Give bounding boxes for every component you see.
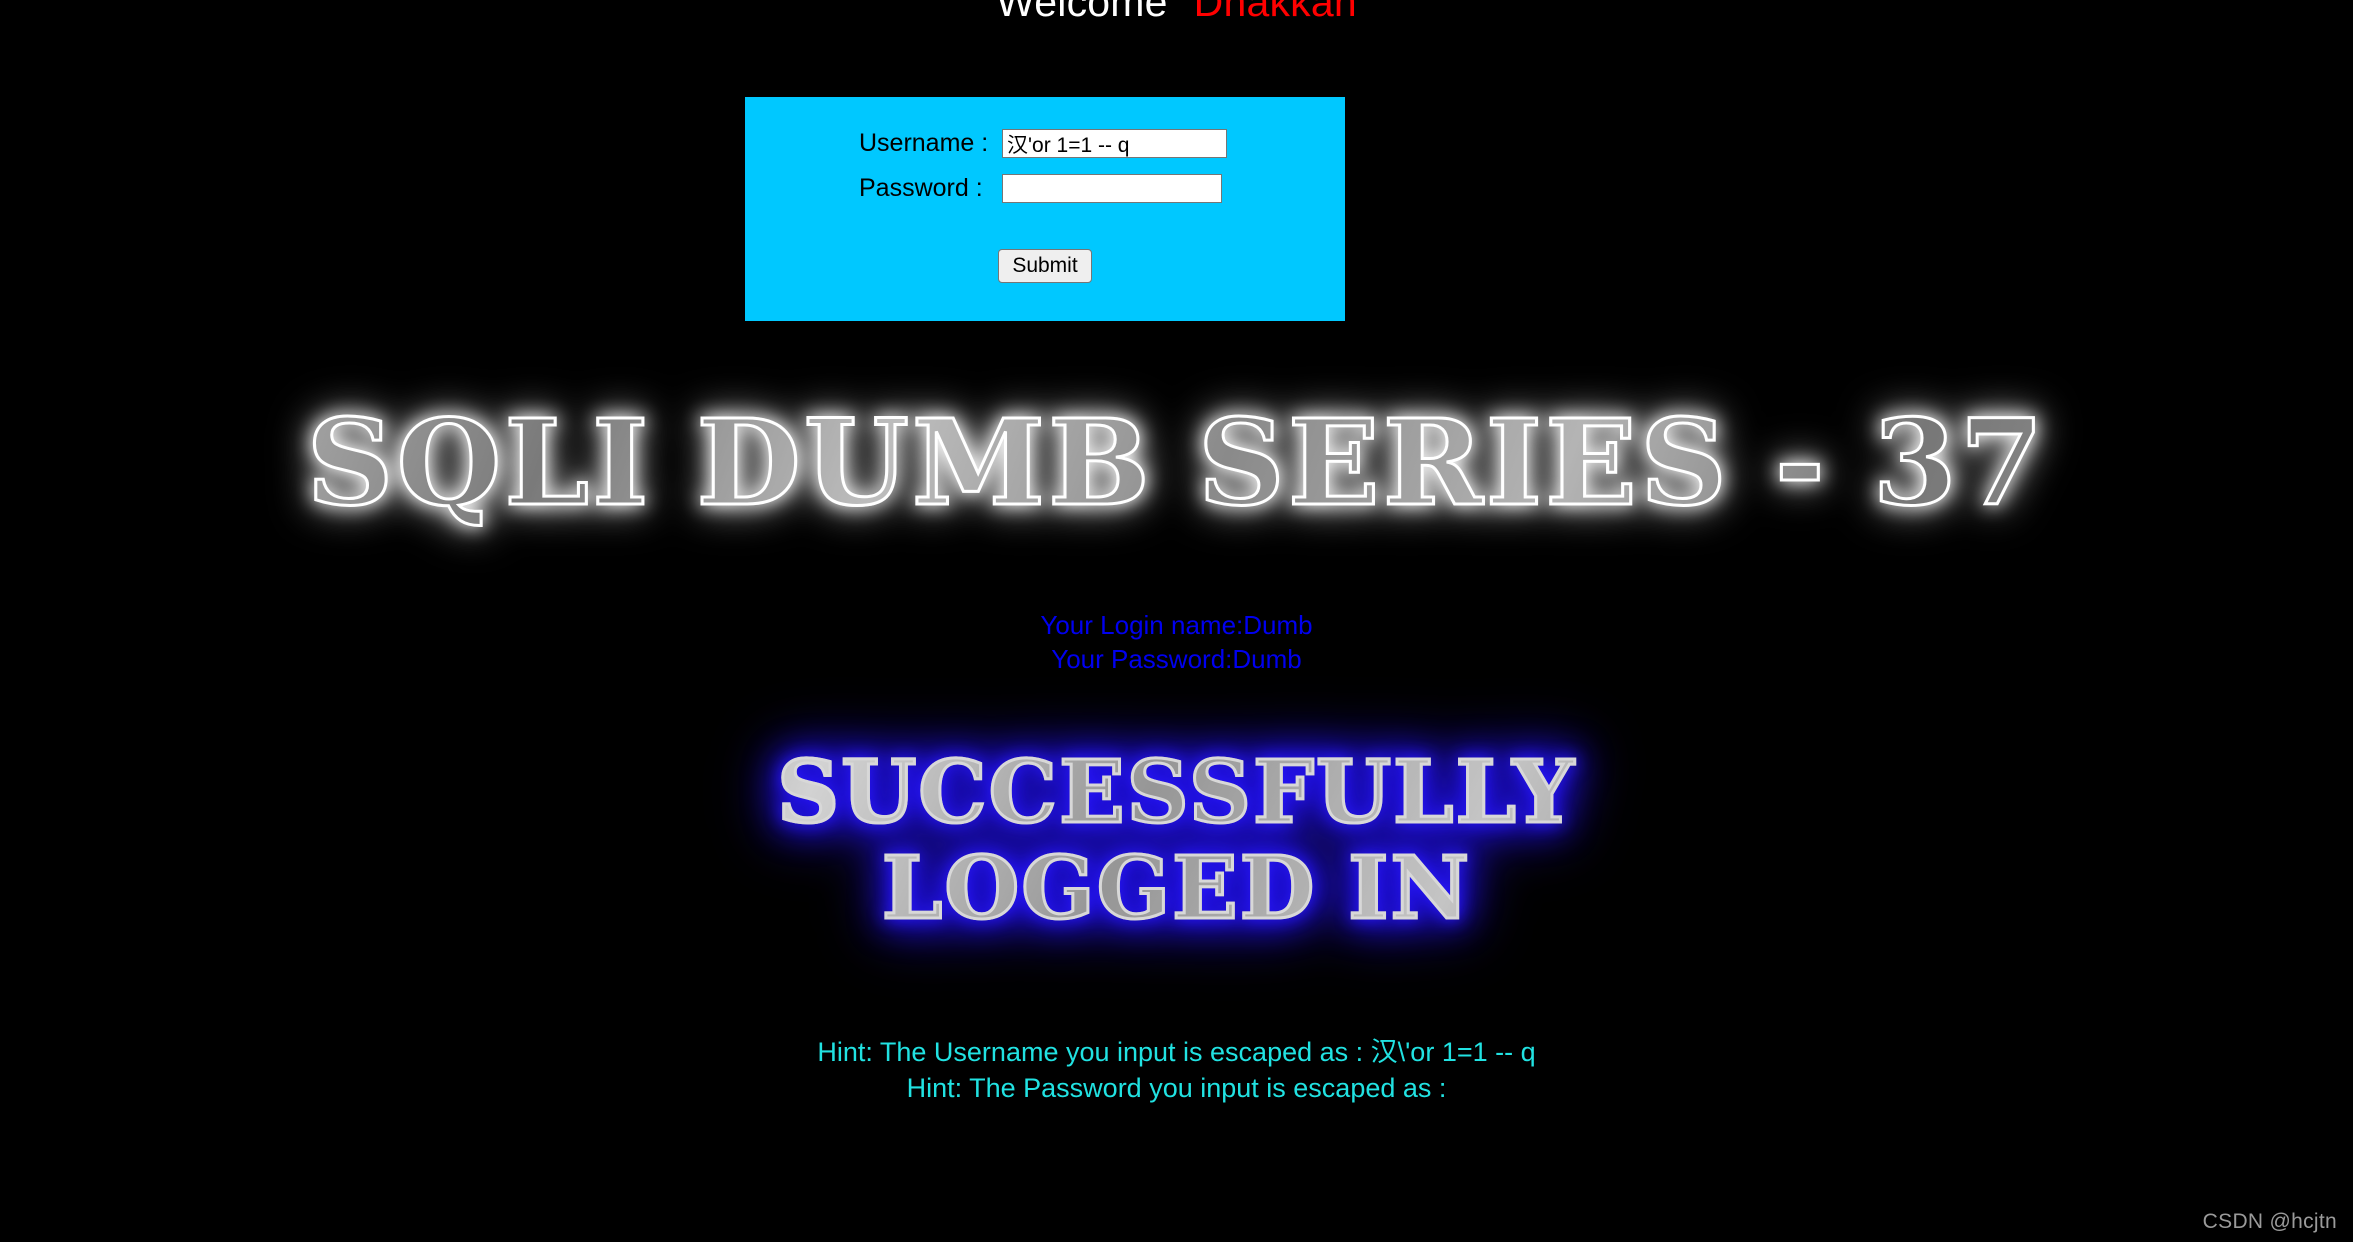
page-header: Welcome Dhakkan — [0, 0, 2353, 27]
hints: Hint: The Username you input is escaped … — [0, 1035, 2353, 1106]
success-line-1: SUCCESSFULLY — [776, 742, 1576, 843]
username-input[interactable] — [1002, 129, 1227, 158]
login-form: Username : Password : Submit — [745, 97, 1345, 283]
success-line-2: LOGGED IN — [880, 838, 1472, 940]
login-name-line: Your Login name:Dumb — [1040, 610, 1313, 640]
password-input[interactable] — [1002, 174, 1222, 203]
login-panel: Username : Password : Submit — [745, 97, 1345, 321]
username-label: Username : — [859, 129, 989, 157]
username-row: Username : — [745, 121, 1345, 166]
success-banner: SUCCESSFULLY LOGGED IN — [0, 742, 2353, 940]
password-label: Password : — [859, 174, 983, 202]
login-password-line: Your Password:Dumb — [1051, 644, 1302, 675]
welcome-text: Welcome — [996, 0, 1168, 25]
login-info: Your Login name:Dumb Your Password:Dumb — [0, 608, 2353, 677]
submit-row: Submit — [745, 249, 1345, 283]
hint-password: Hint: The Password you input is escaped … — [906, 1072, 1447, 1103]
brand-text: Dhakkan — [1193, 0, 1357, 25]
hint-username: Hint: The Username you input is escaped … — [817, 1037, 1536, 1067]
watermark: CSDN @hcjtn — [2202, 1210, 2337, 1233]
password-row: Password : — [745, 166, 1345, 211]
series-title: SQLI DUMB SERIES - 37 — [0, 398, 2353, 526]
submit-button[interactable]: Submit — [998, 249, 1092, 283]
